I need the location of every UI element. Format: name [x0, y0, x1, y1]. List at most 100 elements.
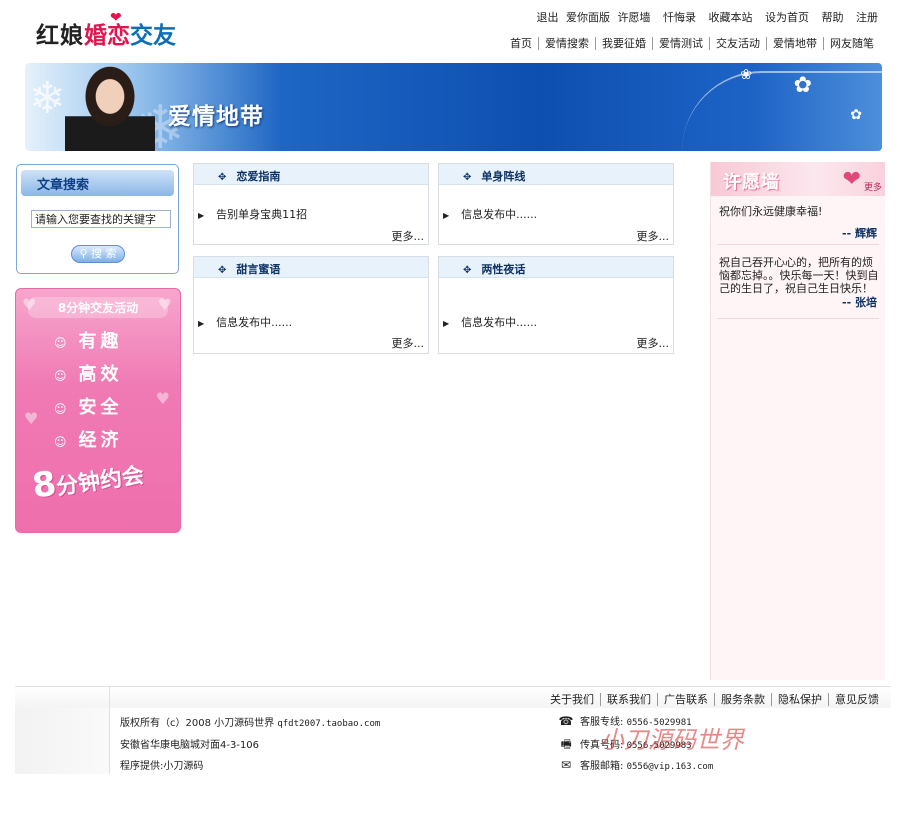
footer-email: ✉ 客服邮箱: 0556@vip.163.com — [558, 757, 713, 772]
wish-wall-title: 许愿墙 — [723, 172, 780, 193]
smiley-icon: ☺ — [54, 435, 67, 449]
section-title: 恋爱指南 — [236, 170, 281, 183]
triangle-icon: ▶ — [198, 211, 205, 220]
promo-item: ☺ 安全 — [54, 397, 123, 418]
footer-privacy[interactable]: 隐私保护 — [771, 693, 828, 706]
snowflake-icon: ❄ — [29, 73, 66, 124]
list-item[interactable]: ▶ 信息发布中...... — [443, 206, 537, 222]
link-logout[interactable]: 退出 — [537, 11, 559, 24]
logo-text-2: 婚恋 — [84, 22, 130, 49]
top-links: 退出 爱你面版 许愿墙 忏悔录 收藏本站 设为首页 帮助 注册 — [528, 9, 879, 25]
footer-feedback[interactable]: 意见反馈 — [828, 693, 885, 706]
wish-wall-header: 许愿墙 ❤ 更多 — [711, 162, 885, 196]
banner-photo — [65, 63, 155, 151]
wish-entry-author: -- 辉辉 — [842, 227, 877, 240]
more-link[interactable]: 更多... — [392, 335, 425, 351]
banner: ❄ ❄ 爱情地带 ✿ ❀ ✿ — [25, 63, 882, 151]
wish-wall-panel: 许愿墙 ❤ 更多 祝你们永远健康幸福! -- 辉辉 祝自己吞开心心的，把所有的烦… — [710, 162, 885, 680]
promo-slogan: 8分钟约会 — [29, 463, 146, 507]
link-help[interactable]: 帮助 — [822, 11, 844, 24]
search-input[interactable] — [31, 210, 171, 228]
flower-icon: ✿ — [793, 73, 812, 98]
footer-site: qfdt2007.taobao.com — [277, 719, 381, 729]
footer-provider: 程序提供:小刀源码 — [120, 761, 204, 772]
logo-text-3: 交友 — [130, 22, 176, 49]
triangle-icon: ▶ — [443, 319, 450, 328]
wish-entry-text: 祝自己吞开心心的，把所有的烦恼都忘掉。。快乐每一天！快到自己的生日了，祝自己生日… — [719, 256, 879, 295]
triangle-icon: ▶ — [443, 211, 450, 220]
bullet-icon: ✥ — [218, 172, 227, 183]
more-link[interactable]: 更多... — [392, 228, 425, 244]
nav-home[interactable]: 首页 — [504, 37, 538, 50]
main-nav: 首页 爱情搜索 我要征婚 爱情测试 交友活动 爱情地带 网友随笔 — [504, 35, 880, 51]
link-wish-wall[interactable]: 许愿墙 — [618, 11, 651, 24]
wish-more-link[interactable]: 更多 — [864, 180, 882, 193]
link-love-panel[interactable]: 爱你面版 — [566, 11, 610, 24]
nav-love-zone[interactable]: 爱情地带 — [766, 37, 823, 50]
flower-icon: ❀ — [740, 67, 752, 83]
search-icon: ⚲ — [79, 247, 88, 260]
smiley-icon: ☺ — [54, 369, 67, 383]
section-love-guide: ✥ 恋爱指南 ▶ 告别单身宝典11招 更多... — [193, 163, 429, 245]
promo-item: ☺ 有趣 — [54, 331, 123, 352]
divider — [109, 686, 110, 774]
smiley-icon: ☺ — [54, 336, 67, 350]
mail-icon: ✉ — [560, 758, 572, 772]
wish-entry-author: -- 张培 — [842, 296, 877, 309]
nav-love-search[interactable]: 爱情搜索 — [538, 37, 595, 50]
promo-item: ☺ 经济 — [54, 430, 123, 451]
link-bookmark[interactable]: 收藏本站 — [709, 11, 753, 24]
phone-icon: ☎ — [558, 714, 574, 728]
banner-title: 爱情地带 — [168, 104, 264, 130]
footer-nav: 关于我们 联系我们 广告联系 服务条款 隐私保护 意见反馈 — [15, 686, 891, 708]
section-title: 两性夜话 — [481, 263, 526, 276]
list-item[interactable]: ▶ 信息发布中...... — [198, 314, 292, 330]
footer-about[interactable]: 关于我们 — [544, 693, 600, 706]
promo-title: 8分钟交友活动 — [28, 297, 168, 318]
logo-text-1: 红娘 — [36, 22, 84, 49]
link-set-home[interactable]: 设为首页 — [765, 11, 809, 24]
bullet-icon: ✥ — [463, 172, 472, 183]
footer-copyright: 版权所有（c）2008 小刀源码世界 qfdt2007.taobao.com — [120, 718, 381, 729]
more-link[interactable]: 更多... — [637, 228, 670, 244]
wish-entry-text: 祝你们永远健康幸福! — [719, 205, 823, 218]
search-panel-title: 文章搜索 — [21, 170, 174, 196]
section-night-talk: ✥ 两性夜话 ▶ 信息发布中...... 更多... — [438, 256, 674, 354]
more-link[interactable]: 更多... — [637, 335, 670, 351]
footer-contact[interactable]: 联系我们 — [600, 693, 657, 706]
footer-address: 安徽省华康电脑城对面4-3-106 — [120, 740, 260, 751]
section-title: 甜言蜜语 — [236, 263, 281, 276]
list-item[interactable]: ▶ 信息发布中...... — [443, 314, 537, 330]
divider — [717, 318, 879, 319]
nav-seek-marriage[interactable]: 我要征婚 — [595, 37, 652, 50]
watermark: 小刀源码世界 — [600, 726, 744, 754]
heart-icon: ❤ — [110, 10, 122, 26]
heart-icon: ❤ — [842, 167, 861, 192]
footer-ads[interactable]: 广告联系 — [657, 693, 714, 706]
heart-icon: ♥ — [155, 389, 170, 408]
footer-terms[interactable]: 服务条款 — [714, 693, 771, 706]
footer-side-bar — [15, 708, 110, 774]
heart-icon: ♥ — [24, 409, 39, 428]
article-search-panel: 文章搜索 ⚲ 搜 索 — [16, 164, 179, 274]
bullet-icon: ✥ — [463, 265, 472, 276]
link-register[interactable]: 注册 — [856, 11, 878, 24]
nav-love-test[interactable]: 爱情测试 — [652, 37, 709, 50]
section-title: 单身阵线 — [481, 170, 526, 183]
flower-icon: ✿ — [850, 107, 862, 123]
search-button[interactable]: ⚲ 搜 索 — [71, 245, 125, 263]
list-item[interactable]: ▶ 告别单身宝典11招 — [198, 206, 307, 222]
nav-essays[interactable]: 网友随笔 — [823, 37, 880, 50]
site-logo[interactable]: ❤ 红娘婚恋交友 — [36, 10, 206, 52]
smiley-icon: ☺ — [54, 402, 67, 416]
link-confessions[interactable]: 忏悔录 — [663, 11, 696, 24]
section-sweet-words: ✥ 甜言蜜语 ▶ 信息发布中...... 更多... — [193, 256, 429, 354]
bullet-icon: ✥ — [218, 265, 227, 276]
fax-icon: 🖷 — [560, 737, 572, 751]
promo-item: ☺ 高效 — [54, 364, 123, 385]
triangle-icon: ▶ — [198, 319, 205, 328]
divider — [717, 244, 879, 245]
promo-banner[interactable]: ♥ ♥ ♥ ♥ 8分钟交友活动 ☺ 有趣 ☺ 高效 ☺ 安全 ☺ 经济 8分钟约会 — [15, 288, 181, 533]
search-button-label: 搜 索 — [91, 247, 117, 260]
nav-events[interactable]: 交友活动 — [709, 37, 766, 50]
